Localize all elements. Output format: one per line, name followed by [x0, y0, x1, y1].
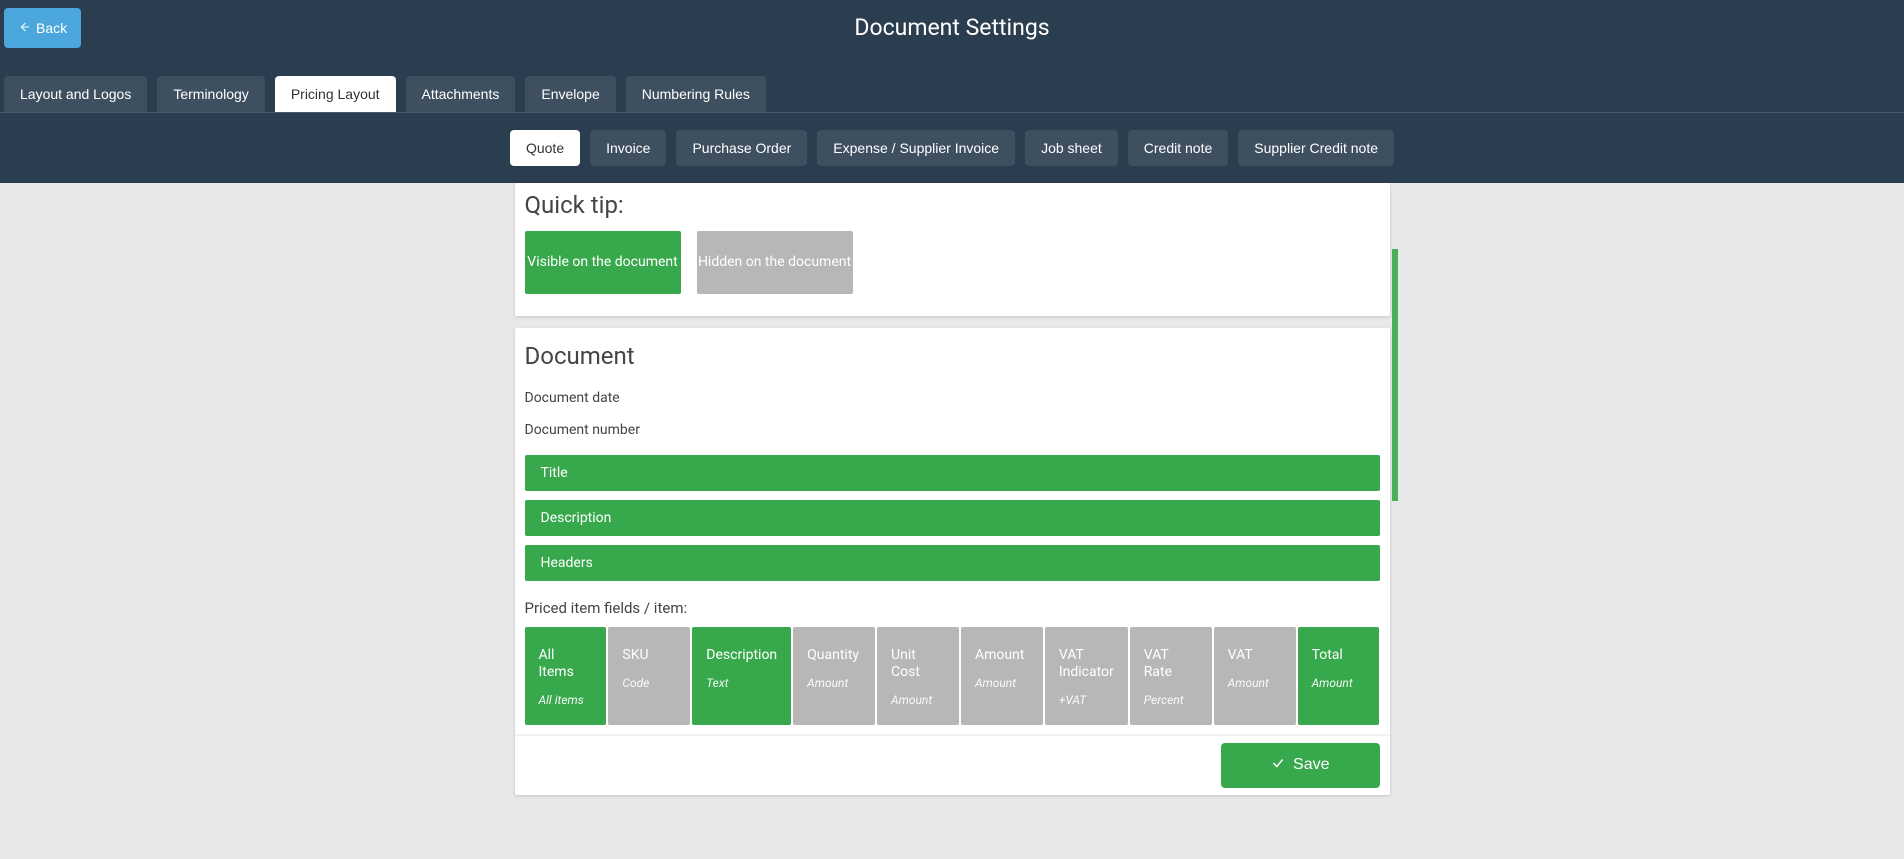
- top-bar: Back Document Settings Layout and Logos T…: [0, 0, 1904, 112]
- legend-hidden: Hidden on the document: [697, 231, 853, 294]
- content-area: Quick tip: Visible on the document Hidde…: [0, 183, 1904, 827]
- column-title: Total: [1312, 647, 1366, 664]
- document-number-label: Document number: [515, 414, 1390, 446]
- save-button[interactable]: Save: [1221, 743, 1379, 788]
- check-icon: [1271, 756, 1285, 775]
- column-subtitle: Amount: [891, 693, 945, 707]
- column-toggle-sku[interactable]: SKU Code: [608, 627, 690, 725]
- main-tabs: Layout and Logos Terminology Pricing Layou…: [4, 76, 1900, 112]
- sub-tab-job-sheet[interactable]: Job sheet: [1025, 130, 1118, 166]
- field-toggle-headers[interactable]: Headers: [525, 545, 1380, 581]
- column-title: Quantity: [807, 647, 861, 664]
- column-title: VAT Indicator: [1059, 647, 1114, 681]
- save-label: Save: [1293, 756, 1329, 774]
- legend-visible-label: Visible on the document: [527, 253, 677, 272]
- column-toggle-amount[interactable]: Amount Amount: [961, 627, 1043, 725]
- column-subtitle: Code: [622, 676, 676, 690]
- column-title: SKU: [622, 647, 676, 664]
- column-toggle-vat-rate[interactable]: VAT Rate Percent: [1130, 627, 1212, 725]
- back-button[interactable]: Back: [4, 8, 81, 48]
- column-subtitle: Percent: [1144, 693, 1198, 707]
- column-title: Unit Cost: [891, 647, 945, 681]
- main-tab-attachments[interactable]: Attachments: [406, 76, 516, 112]
- priced-item-columns: All Items All items SKU Code Description Text…: [515, 617, 1390, 735]
- sub-tab-credit-note[interactable]: Credit note: [1128, 130, 1228, 166]
- main-tab-envelope[interactable]: Envelope: [525, 76, 615, 112]
- sub-tab-supplier-credit-note[interactable]: Supplier Credit note: [1238, 130, 1394, 166]
- document-date-label: Document date: [515, 382, 1390, 414]
- column-title: Amount: [975, 647, 1029, 664]
- legend-hidden-label: Hidden on the document: [698, 253, 851, 272]
- column-subtitle: Amount: [1228, 676, 1282, 690]
- field-toggle-description[interactable]: Description: [525, 500, 1380, 536]
- main-tab-terminology[interactable]: Terminology: [157, 76, 264, 112]
- sub-tab-invoice[interactable]: Invoice: [590, 130, 666, 166]
- legend-visible: Visible on the document: [525, 231, 681, 294]
- column-title: Description: [706, 647, 777, 664]
- quick-tip-heading: Quick tip:: [515, 183, 1390, 231]
- column-title: VAT: [1228, 647, 1282, 664]
- main-tab-layout-and-logos[interactable]: Layout and Logos: [4, 76, 147, 112]
- back-label: Back: [36, 20, 67, 36]
- page-title: Document Settings: [0, 0, 1904, 41]
- sub-tab-purchase-order[interactable]: Purchase Order: [676, 130, 807, 166]
- save-bar: Save: [515, 735, 1390, 795]
- column-subtitle: Text: [706, 676, 777, 690]
- column-subtitle: +VAT: [1059, 693, 1114, 707]
- column-toggle-vat-indicator[interactable]: VAT Indicator +VAT: [1045, 627, 1128, 725]
- column-toggle-vat[interactable]: VAT Amount: [1214, 627, 1296, 725]
- column-title: VAT Rate: [1144, 647, 1198, 681]
- column-subtitle: Amount: [1312, 676, 1366, 690]
- sub-tabs: Quote Invoice Purchase Order Expense / Supp…: [0, 112, 1904, 183]
- column-toggle-total[interactable]: Total Amount: [1298, 627, 1380, 725]
- column-toggle-quantity[interactable]: Quantity Amount: [793, 627, 875, 725]
- scrollbar-thumb[interactable]: [1392, 249, 1398, 501]
- arrow-left-icon: [18, 20, 30, 36]
- column-toggle-unit-cost[interactable]: Unit Cost Amount: [877, 627, 959, 725]
- sub-tab-expense-supplier-invoice[interactable]: Expense / Supplier Invoice: [817, 130, 1015, 166]
- column-subtitle: Amount: [807, 676, 861, 690]
- quick-tip-card: Quick tip: Visible on the document Hidde…: [515, 183, 1390, 316]
- main-tab-pricing-layout[interactable]: Pricing Layout: [275, 76, 396, 112]
- priced-items-label: Priced item fields / item:: [515, 581, 1390, 617]
- main-tab-numbering-rules[interactable]: Numbering Rules: [626, 76, 766, 112]
- column-toggle-description[interactable]: Description Text: [692, 627, 791, 725]
- column-toggle-all-items[interactable]: All Items All items: [525, 627, 607, 725]
- column-title: All Items: [539, 647, 593, 681]
- column-subtitle: Amount: [975, 676, 1029, 690]
- field-toggle-title[interactable]: Title: [525, 455, 1380, 491]
- document-heading: Document: [515, 328, 1390, 382]
- document-card: Document Document date Document number T…: [515, 328, 1390, 795]
- sub-tab-quote[interactable]: Quote: [510, 130, 580, 166]
- column-subtitle: All items: [539, 693, 593, 707]
